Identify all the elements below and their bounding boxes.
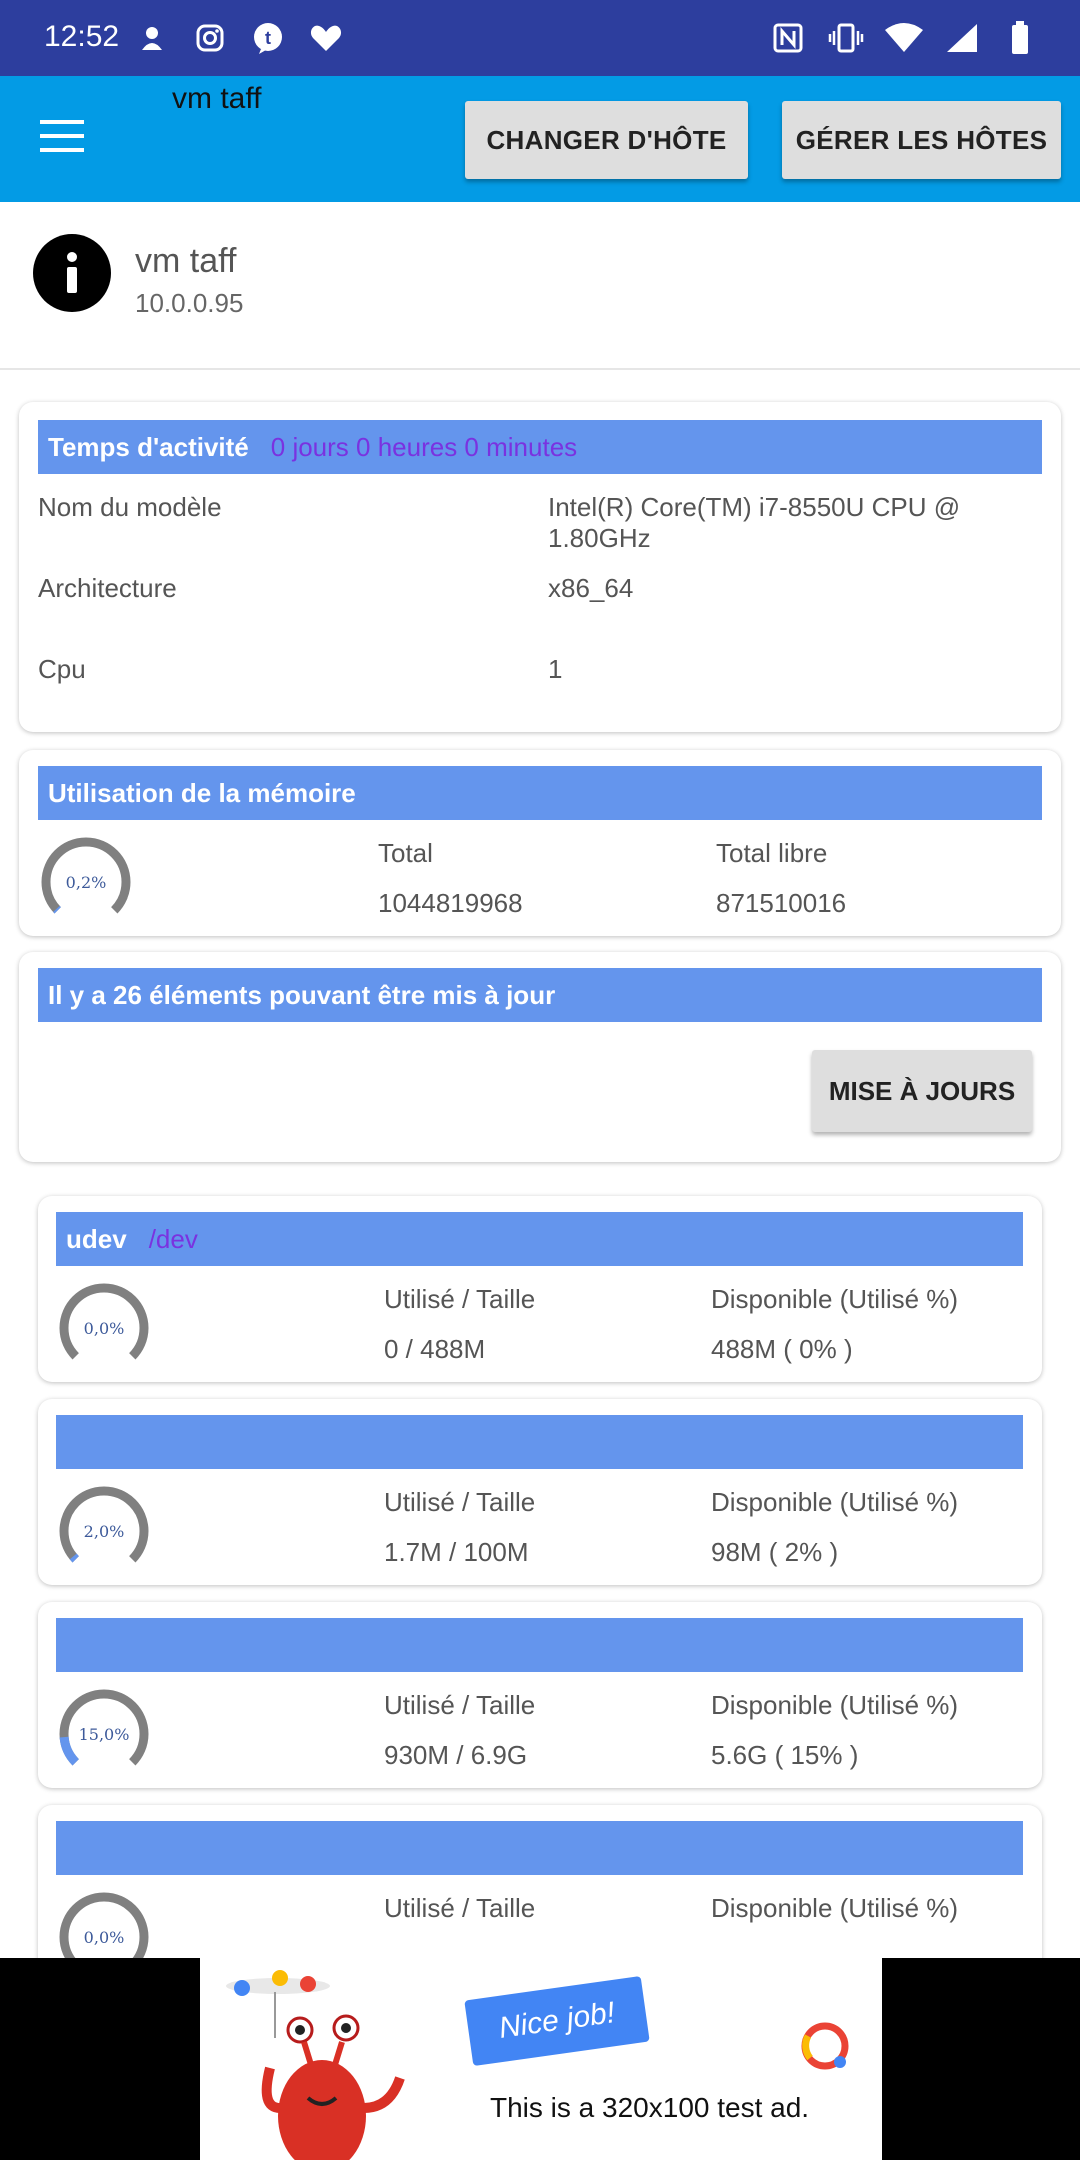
memory-total-label: Total <box>378 838 433 868</box>
disk-used-label: Utilisé / Taille <box>384 1284 536 1314</box>
memory-gauge-label: 0,2% <box>65 872 107 892</box>
nfc-icon <box>768 18 808 58</box>
disk-avail-value: 5.6G ( 15% ) <box>711 1740 859 1770</box>
architecture-value: x86_64 <box>548 573 634 603</box>
memory-gauge: 0,2% <box>38 834 134 930</box>
disk-gauge: 15,0% <box>56 1686 152 1782</box>
status-time: 12:52 <box>44 20 120 53</box>
disk-header: udev /dev <box>56 1212 1023 1266</box>
ad-container: Nice job! This is a 320x100 test ad. <box>0 1958 1080 2160</box>
model-value: Intel(R) Core(TM) i7-8550U CPU @ 1.80GHz <box>548 492 961 553</box>
disk-used-label: Utilisé / Taille <box>384 1690 536 1720</box>
disk-used-value: 0 / 488M <box>384 1334 486 1364</box>
disk-card: 15,0% Utilisé / Taille 930M / 6.9G Dispo… <box>38 1602 1042 1788</box>
disk-avail-value: 98M ( 2% ) <box>711 1537 839 1567</box>
disk-mount: /dev <box>148 1223 198 1254</box>
memory-total-value: 1044819968 <box>378 888 523 918</box>
change-host-button[interactable]: CHANGER D'HÔTE <box>465 101 748 179</box>
ad-text: This is a 320x100 test ad. <box>490 2092 810 2123</box>
disk-header <box>56 1415 1023 1469</box>
disk-gauge: 2,0% <box>56 1483 152 1579</box>
vibrate-icon <box>826 18 866 58</box>
host-ip: 10.0.0.95 <box>135 288 244 318</box>
status-bar: 12:52 t <box>0 0 1080 76</box>
memory-free-label: Total libre <box>716 838 828 868</box>
menu-icon <box>40 120 84 124</box>
disk-avail-label: Disponible (Utilisé %) <box>711 1893 959 1923</box>
updates-header: Il y a 26 éléments pouvant être mis à jo… <box>38 968 1042 1022</box>
test-ad-banner[interactable]: Nice job! This is a 320x100 test ad. <box>200 1958 882 2160</box>
host-header: vm taff 10.0.0.95 <box>0 202 1080 370</box>
ad-illustration <box>226 1970 849 2160</box>
architecture-label: Architecture <box>38 573 177 603</box>
disk-card: 2,0% Utilisé / Taille 1.7M / 100M Dispon… <box>38 1399 1042 1585</box>
host-name: vm taff <box>135 242 237 280</box>
disk-used-value: 930M / 6.9G <box>384 1740 528 1770</box>
disk-header <box>56 1618 1023 1672</box>
cpu-label: Cpu <box>38 654 86 684</box>
update-button[interactable]: MISE À JOURS <box>812 1050 1032 1132</box>
uptime-header: Temps d'activité 0 jours 0 heures 0 minu… <box>38 420 1042 474</box>
memory-card: Utilisation de la mémoire 0,2% Total 104… <box>19 750 1061 936</box>
disk-name: udev <box>66 1223 127 1254</box>
app-title: vm taff <box>172 82 262 115</box>
disk-avail-label: Disponible (Utilisé %) <box>711 1487 959 1517</box>
disk-gauge-label: 15,0% <box>78 1724 130 1744</box>
memory-header: Utilisation de la mémoire <box>38 766 1042 820</box>
uptime-label: Temps d'activité <box>48 431 249 462</box>
tumblr-icon: t <box>248 18 288 58</box>
disk-used-label: Utilisé / Taille <box>384 1893 536 1923</box>
disk-gauge-label: 2,0% <box>83 1521 125 1541</box>
uptime-value: 0 jours 0 heures 0 minutes <box>270 431 578 462</box>
menu-button[interactable] <box>40 120 90 160</box>
app-bar: vm taff CHANGER D'HÔTE GÉRER LES HÔTES <box>0 76 1080 202</box>
wifi-icon <box>884 18 924 58</box>
battery-icon <box>1000 18 1040 58</box>
system-card: Temps d'activité 0 jours 0 heures 0 minu… <box>19 402 1061 732</box>
disk-card: udev /dev 0,0% Utilisé / Taille 0 / 488M… <box>38 1196 1042 1382</box>
signal-icon <box>942 18 982 58</box>
manage-hosts-button[interactable]: GÉRER LES HÔTES <box>782 101 1061 179</box>
disk-used-value: 1.7M / 100M <box>384 1537 529 1567</box>
model-label: Nom du modèle <box>38 492 222 522</box>
info-icon <box>33 234 111 312</box>
cpu-value: 1 <box>548 654 563 684</box>
heart-icon <box>306 18 346 58</box>
updates-card: Il y a 26 éléments pouvant être mis à jo… <box>19 952 1061 1162</box>
memory-free-value: 871510016 <box>716 888 847 918</box>
disk-avail-value: 488M ( 0% ) <box>711 1334 853 1364</box>
disk-avail-label: Disponible (Utilisé %) <box>711 1690 959 1720</box>
disk-header <box>56 1821 1023 1875</box>
disk-gauge-label: 0,0% <box>83 1318 125 1338</box>
disk-gauge: 0,0% <box>56 1280 152 1376</box>
disk-avail-label: Disponible (Utilisé %) <box>711 1284 959 1314</box>
notification-icon <box>132 18 172 58</box>
disk-used-label: Utilisé / Taille <box>384 1487 536 1517</box>
instagram-icon <box>190 18 230 58</box>
svg-text:t: t <box>265 28 271 48</box>
